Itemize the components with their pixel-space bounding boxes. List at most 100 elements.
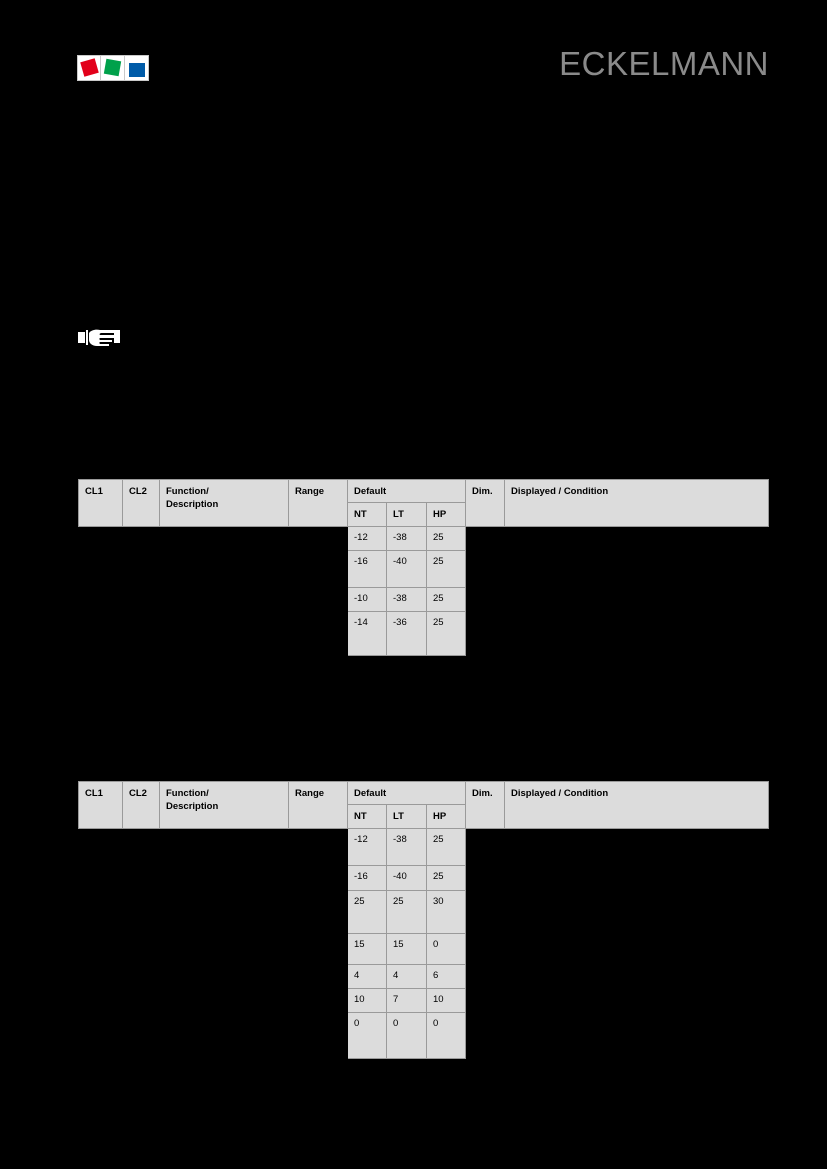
cell-range <box>289 988 348 1012</box>
cell-cl1 <box>79 988 123 1012</box>
cell-function <box>160 526 289 550</box>
cell-dim <box>466 890 505 933</box>
cell-function <box>160 587 289 611</box>
parameter-table-2: CL1 CL2 Function/ Description Range Defa… <box>78 780 770 1059</box>
cell-function <box>160 890 289 933</box>
cell-hp: 0 <box>425 932 467 965</box>
eckelmann-logo <box>77 55 149 81</box>
cell-hp: 25 <box>425 864 467 891</box>
col-header-function-line2: Description <box>166 499 219 511</box>
cell-cl1 <box>79 1012 123 1058</box>
cell-lt: -38 <box>386 586 427 612</box>
cell-cl2 <box>123 933 160 964</box>
green-square-icon <box>104 58 122 77</box>
cell-displayed <box>505 964 769 988</box>
cell-range <box>289 890 348 933</box>
table-row: -14 -36 25 <box>79 610 769 656</box>
table-header: CL1 CL2 Function/ Description Range Defa… <box>78 478 770 527</box>
table-row: 15 15 0 <box>79 932 769 965</box>
col-header-function: Function/ Description <box>159 781 289 829</box>
table-row: 4 4 6 <box>79 963 769 989</box>
col-header-cl1: CL1 <box>78 781 123 829</box>
cell-cl2 <box>123 828 160 865</box>
cell-cl2 <box>123 890 160 933</box>
cell-cl2 <box>123 526 160 550</box>
cell-displayed <box>505 933 769 964</box>
cell-hp: 6 <box>425 963 467 989</box>
col-header-function-line1: Function/ <box>166 788 209 799</box>
blue-square-icon <box>128 63 145 77</box>
col-header-cl2: CL2 <box>122 479 160 527</box>
cell-range <box>289 933 348 964</box>
cell-displayed <box>505 550 769 587</box>
brand-wordmark: ECKELMANN <box>559 45 769 82</box>
cell-lt: -38 <box>386 827 427 866</box>
col-header-cl1: CL1 <box>78 479 123 527</box>
cell-lt: 4 <box>386 963 427 989</box>
cell-cl2 <box>123 611 160 655</box>
cell-lt: 0 <box>386 1011 427 1059</box>
cell-function <box>160 933 289 964</box>
cell-nt: 10 <box>347 987 387 1013</box>
cell-dim <box>466 933 505 964</box>
cell-cl1 <box>79 933 123 964</box>
col-header-function-line1: Function/ <box>166 486 209 497</box>
cell-nt: 0 <box>347 1011 387 1059</box>
cell-hp: 25 <box>425 827 467 866</box>
cell-nt: -12 <box>347 827 387 866</box>
cell-cl1 <box>79 611 123 655</box>
table-row: -12 -38 25 <box>79 525 769 551</box>
table-row: -16 -40 25 <box>79 549 769 588</box>
cell-lt: -36 <box>386 610 427 656</box>
col-header-range: Range <box>288 479 348 527</box>
cell-lt: -38 <box>386 525 427 551</box>
logo-tile-green <box>101 56 125 80</box>
cell-function <box>160 1012 289 1058</box>
col-header-dim: Dim. <box>465 479 506 527</box>
cell-dim <box>466 1012 505 1058</box>
col-header-range: Range <box>288 781 348 829</box>
cell-hp: 30 <box>425 889 467 934</box>
table-row: 25 25 30 <box>79 889 769 934</box>
cell-nt: -16 <box>347 549 387 588</box>
cell-displayed <box>505 526 769 550</box>
cell-hp: 25 <box>425 525 467 551</box>
cell-lt: 25 <box>386 889 427 934</box>
table-body: -12 -38 25 -16 -40 25 <box>79 525 769 656</box>
cell-cl1 <box>79 587 123 611</box>
cell-displayed <box>505 611 769 655</box>
col-header-nt: NT <box>347 502 387 527</box>
cell-nt: 25 <box>347 889 387 934</box>
table-header: CL1 CL2 Function/ Description Range Defa… <box>78 780 770 829</box>
cell-range <box>289 611 348 655</box>
cell-cl2 <box>123 550 160 587</box>
cell-displayed <box>505 587 769 611</box>
cell-function <box>160 964 289 988</box>
cell-hp: 10 <box>425 987 467 1013</box>
cell-cl1 <box>79 828 123 865</box>
cell-function <box>160 988 289 1012</box>
cell-range <box>289 865 348 890</box>
table-header-row-top: CL1 CL2 Function/ Description Range Defa… <box>78 478 770 527</box>
logo-tile-blue <box>124 56 148 80</box>
cell-cl1 <box>79 865 123 890</box>
col-header-displayed: Displayed / Condition <box>504 479 770 527</box>
red-square-icon <box>80 58 99 77</box>
cell-displayed <box>505 988 769 1012</box>
cell-range <box>289 964 348 988</box>
col-header-hp: HP <box>425 502 467 527</box>
cell-cl1 <box>79 890 123 933</box>
cell-displayed <box>505 1012 769 1058</box>
cell-lt: 15 <box>386 932 427 965</box>
col-header-function: Function/ Description <box>159 479 289 527</box>
cell-lt: -40 <box>386 549 427 588</box>
col-header-lt: LT <box>386 502 427 527</box>
cell-displayed <box>505 828 769 865</box>
cell-hp: 25 <box>425 549 467 588</box>
col-header-dim: Dim. <box>465 781 506 829</box>
cell-lt: 7 <box>386 987 427 1013</box>
cell-range <box>289 526 348 550</box>
cell-nt: -12 <box>347 525 387 551</box>
cell-displayed <box>505 865 769 890</box>
logo-tile-red <box>78 56 102 80</box>
